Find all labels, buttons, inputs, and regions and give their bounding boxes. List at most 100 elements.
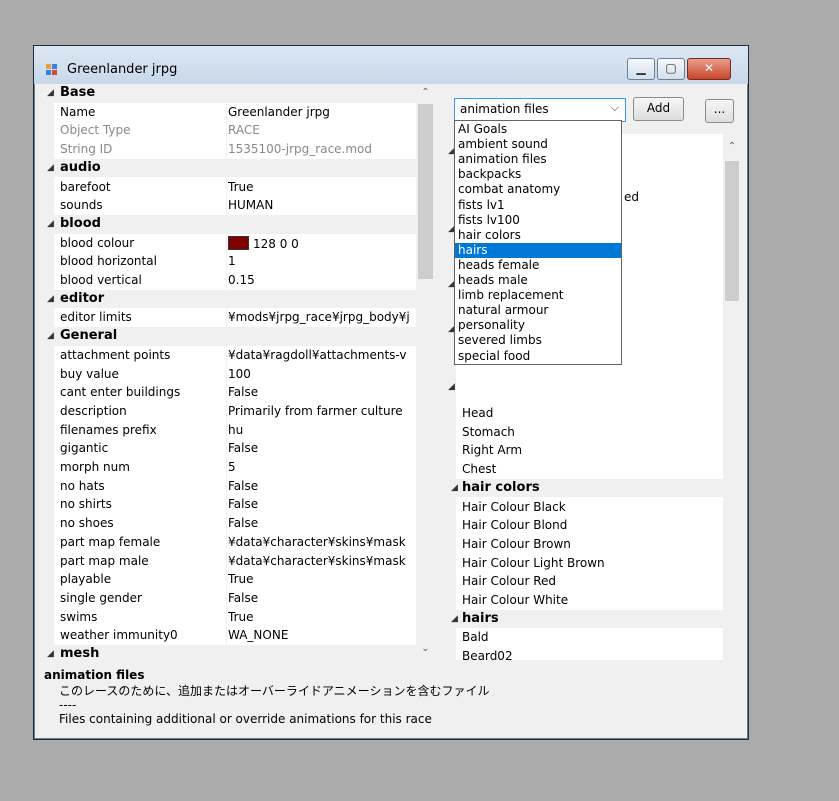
expand-triangle-icon[interactable]: ◢ — [448, 382, 455, 392]
property-row[interactable]: part map female ¥data¥character¥skins¥mas… — [41, 532, 416, 552]
more-button[interactable]: ... — [705, 99, 734, 123]
dropdown-option[interactable]: hair colors — [455, 228, 621, 243]
list-item[interactable]: Bald — [446, 628, 723, 647]
property-grid-scrollbar[interactable]: ⌃ ⌄ — [416, 84, 435, 660]
property-row[interactable]: buy value 100 — [41, 364, 416, 384]
list-item[interactable]: Chest — [446, 460, 723, 479]
property-value[interactable]: True — [228, 572, 416, 586]
expand-triangle-icon[interactable]: ◢ — [47, 649, 54, 659]
property-grid[interactable]: ◢ Base Name Greenlander jrpg Object Type RACE… — [41, 84, 435, 660]
list-type-combobox[interactable]: animation files ⌵ — [454, 98, 626, 122]
property-value[interactable]: True — [228, 180, 416, 194]
expand-triangle-icon[interactable]: ◢ — [47, 163, 54, 173]
dropdown-option[interactable]: heads female — [455, 258, 621, 273]
dropdown-option[interactable]: hairs — [455, 242, 621, 258]
property-value[interactable]: hu — [228, 423, 416, 437]
property-value[interactable]: False — [228, 479, 416, 493]
property-row[interactable]: cant enter buildings False — [41, 383, 416, 402]
list-item[interactable]: Stomach — [446, 423, 723, 442]
combobox-dropdown-list[interactable]: AI Goals ambient sound animation files back… — [454, 120, 622, 365]
property-row[interactable]: weather immunity0 WA_NONE — [41, 626, 416, 645]
category-row[interactable]: ◢ hair colors — [446, 478, 723, 498]
property-value[interactable]: False — [228, 385, 416, 399]
property-row[interactable]: single gender False — [41, 588, 416, 608]
property-value[interactable]: False — [228, 516, 416, 530]
property-row[interactable]: attachment points ¥data¥ragdoll¥attachmen… — [41, 345, 416, 365]
property-value[interactable]: 1535100-jrpg_race.mod — [228, 142, 416, 156]
list-item[interactable]: Beard02 — [446, 647, 723, 660]
close-button[interactable]: ✕ — [687, 58, 731, 80]
property-row[interactable]: Object Type RACE — [41, 121, 416, 141]
property-row[interactable]: blood horizontal 1 — [41, 252, 416, 271]
property-value[interactable]: RACE — [228, 123, 416, 137]
list-item[interactable]: Head — [446, 404, 723, 423]
expand-triangle-icon[interactable]: ◢ — [451, 614, 458, 624]
dropdown-option[interactable]: animation files — [455, 152, 621, 167]
expand-triangle-icon[interactable]: ◢ — [47, 294, 54, 304]
property-value[interactable]: ¥data¥character¥skins¥mask — [228, 535, 416, 549]
scroll-up-icon[interactable]: ⌃ — [723, 138, 741, 156]
property-value[interactable]: ¥data¥character¥skins¥mask — [228, 554, 416, 568]
list-item[interactable]: Hair Colour Red — [446, 572, 723, 591]
property-row[interactable]: part map male ¥data¥character¥skins¥mask — [41, 551, 416, 571]
dropdown-option[interactable]: combat anatomy — [455, 182, 621, 197]
dropdown-option[interactable]: severed limbs — [455, 333, 621, 348]
scroll-thumb[interactable] — [418, 104, 433, 279]
title-bar[interactable]: Greenlander jrpg ▁ ▢ ✕ — [34, 46, 748, 84]
property-row[interactable]: barefoot True — [41, 177, 416, 197]
dropdown-option[interactable]: heads male — [455, 273, 621, 288]
dropdown-option[interactable]: AI Goals — [455, 122, 621, 137]
property-value[interactable]: 0.15 — [228, 273, 416, 287]
category-row[interactable]: ◢ General — [41, 327, 416, 346]
property-row[interactable]: morph num 5 — [41, 458, 416, 477]
property-value[interactable]: False — [228, 591, 416, 605]
property-value[interactable]: False — [228, 497, 416, 511]
maximize-button[interactable]: ▢ — [657, 58, 685, 80]
list-item[interactable]: Hair Colour Blond — [446, 516, 723, 535]
list-item[interactable]: Right Arm — [446, 441, 723, 460]
category-row[interactable]: ◢ blood — [41, 214, 416, 234]
minimize-button[interactable]: ▁ — [627, 58, 655, 80]
list-item[interactable]: Hair Colour Brown — [446, 535, 723, 554]
property-value[interactable]: WA_NONE — [228, 628, 416, 642]
list-item[interactable]: Hair Colour Light Brown — [446, 554, 723, 573]
dropdown-option[interactable]: backpacks — [455, 167, 621, 182]
expand-triangle-icon[interactable]: ◢ — [47, 88, 54, 98]
property-row[interactable]: blood vertical 0.15 — [41, 271, 416, 290]
dropdown-option[interactable]: limb replacement — [455, 288, 621, 303]
property-row[interactable]: no shirts False — [41, 495, 416, 515]
expand-triangle-icon[interactable]: ◢ — [47, 219, 54, 229]
dropdown-option[interactable]: special food — [455, 349, 621, 364]
property-row[interactable]: no shoes False — [41, 514, 416, 533]
property-row[interactable]: description Primarily from farmer culture — [41, 401, 416, 421]
property-row[interactable]: playable True — [41, 570, 416, 589]
category-row[interactable]: ◢ Base — [41, 84, 416, 103]
dropdown-option[interactable]: personality — [455, 318, 621, 333]
property-value[interactable]: True — [228, 610, 416, 624]
property-value[interactable]: ¥data¥ragdoll¥attachments-v — [228, 348, 416, 362]
expand-triangle-icon[interactable]: ◢ — [47, 331, 54, 341]
category-row[interactable]: ◢ mesh — [41, 645, 416, 660]
category-row[interactable]: ◢ audio — [41, 158, 416, 178]
list-grid-scrollbar[interactable]: ⌃ — [723, 134, 741, 660]
category-row[interactable]: ◢ editor — [41, 289, 416, 309]
property-row[interactable]: Name Greenlander jrpg — [41, 102, 416, 122]
list-item[interactable]: Hair Colour Black — [446, 498, 723, 517]
property-row[interactable]: filenames prefix hu — [41, 420, 416, 440]
property-row[interactable]: no hats False — [41, 476, 416, 496]
property-value[interactable]: ¥mods¥jrpg_race¥jrpg_body¥j — [228, 310, 416, 324]
property-value[interactable]: 128 0 0 — [228, 235, 416, 251]
property-value[interactable]: False — [228, 441, 416, 455]
dropdown-option[interactable]: natural armour — [455, 303, 621, 318]
list-item[interactable]: Hair Colour White — [446, 591, 723, 610]
property-value[interactable]: Greenlander jrpg — [228, 105, 416, 119]
property-row[interactable]: swims True — [41, 607, 416, 627]
property-row[interactable]: sounds HUMAN — [41, 196, 416, 215]
scroll-down-icon[interactable]: ⌄ — [416, 640, 435, 658]
property-row[interactable]: String ID 1535100-jrpg_race.mod — [41, 140, 416, 159]
property-value[interactable]: Primarily from farmer culture — [228, 404, 416, 418]
dropdown-option[interactable]: fists lv100 — [455, 213, 621, 228]
expand-triangle-icon[interactable]: ◢ — [451, 483, 458, 493]
category-row[interactable]: ◢ hairs — [446, 609, 723, 629]
property-row[interactable]: gigantic False — [41, 439, 416, 458]
